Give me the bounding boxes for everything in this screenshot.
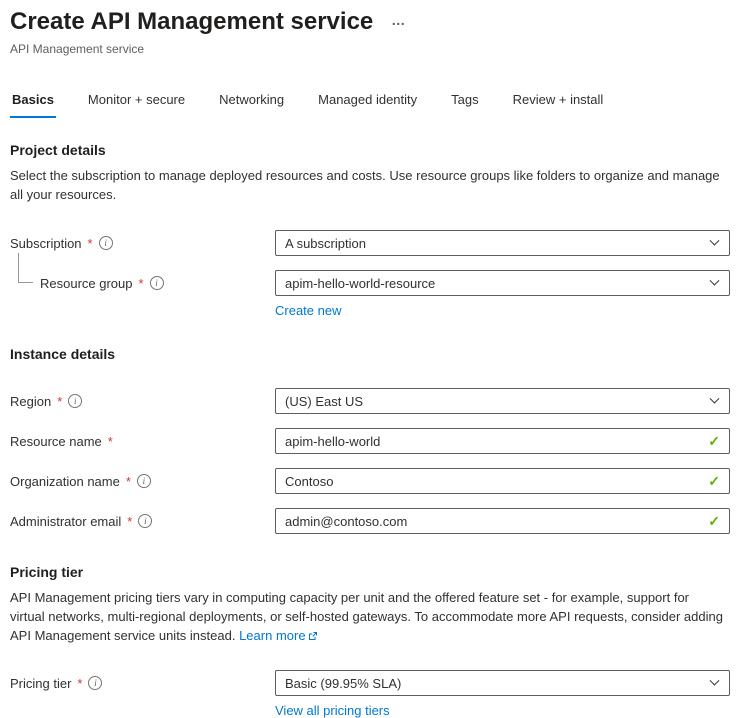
required-marker: * (139, 276, 144, 291)
page-title: Create API Management service (10, 8, 373, 37)
info-icon[interactable]: i (99, 236, 113, 250)
valid-check-icon: ✓ (708, 473, 720, 490)
organization-name-row: Organization name * i Contoso ✓ (10, 468, 730, 494)
subscription-label: Subscription (10, 236, 82, 251)
subscription-dropdown[interactable]: A subscription (275, 230, 730, 256)
resource-group-value: apim-hello-world-resource (285, 276, 435, 291)
admin-email-label: Administrator email (10, 514, 121, 529)
more-options-icon[interactable]: … (391, 12, 406, 28)
pricing-tier-label-cell: Pricing tier * i (10, 670, 275, 696)
pricing-tier-description: API Management pricing tiers vary in com… (10, 589, 726, 646)
info-icon[interactable]: i (138, 514, 152, 528)
region-row: Region * i (US) East US (10, 388, 730, 414)
tab-review-install[interactable]: Review + install (511, 88, 606, 118)
project-details-heading: Project details (10, 142, 730, 158)
project-details-description: Select the subscription to manage deploy… (10, 167, 726, 205)
region-label-cell: Region * i (10, 388, 275, 414)
tab-basics[interactable]: Basics (10, 88, 56, 118)
pricing-tier-heading: Pricing tier (10, 564, 730, 580)
tab-bar: Basics Monitor + secure Networking Manag… (10, 88, 730, 118)
info-icon[interactable]: i (150, 276, 164, 290)
chevron-down-icon (710, 276, 720, 286)
pricing-tier-value: Basic (99.95% SLA) (285, 676, 401, 691)
resource-name-input[interactable]: apim-hello-world ✓ (275, 428, 730, 454)
project-details-form: Subscription * i A subscription Resource… (10, 230, 730, 318)
chevron-down-icon (710, 394, 720, 404)
valid-check-icon: ✓ (708, 513, 720, 530)
instance-details-form: Region * i (US) East US Resource name * … (10, 388, 730, 534)
required-marker: * (88, 236, 93, 251)
create-apim-page: Create API Management service … API Mana… (0, 0, 740, 718)
admin-email-value: admin@contoso.com (285, 514, 407, 529)
admin-email-input[interactable]: admin@contoso.com ✓ (275, 508, 730, 534)
info-icon[interactable]: i (88, 676, 102, 690)
resource-group-dropdown[interactable]: apim-hello-world-resource (275, 270, 730, 296)
required-marker: * (108, 434, 113, 449)
organization-name-label-cell: Organization name * i (10, 468, 275, 494)
required-marker: * (127, 514, 132, 529)
resource-name-row: Resource name * apim-hello-world ✓ (10, 428, 730, 454)
page-header: Create API Management service … (10, 8, 730, 37)
pricing-tier-form: Pricing tier * i Basic (99.95% SLA) View… (10, 670, 730, 718)
organization-name-value: Contoso (285, 474, 333, 489)
subscription-row: Subscription * i A subscription (10, 230, 730, 256)
resource-group-label: Resource group (40, 276, 133, 291)
pricing-tier-label: Pricing tier (10, 676, 71, 691)
tab-networking[interactable]: Networking (217, 88, 286, 118)
resource-name-value: apim-hello-world (285, 434, 380, 449)
create-new-link[interactable]: Create new (275, 303, 341, 318)
info-icon[interactable]: i (68, 394, 82, 408)
admin-email-label-cell: Administrator email * i (10, 508, 275, 534)
external-link-icon (308, 631, 318, 641)
view-all-pricing-tiers-link[interactable]: View all pricing tiers (275, 703, 390, 718)
resource-group-label-cell: Resource group * i (10, 270, 275, 296)
tab-managed-identity[interactable]: Managed identity (316, 88, 419, 118)
chevron-down-icon (710, 236, 720, 246)
tree-connector-line (18, 253, 33, 283)
subscription-value: A subscription (285, 236, 366, 251)
required-marker: * (57, 394, 62, 409)
organization-name-input[interactable]: Contoso ✓ (275, 468, 730, 494)
required-marker: * (77, 676, 82, 691)
tab-tags[interactable]: Tags (449, 88, 480, 118)
subscription-label-cell: Subscription * i (10, 230, 275, 256)
resource-name-label-cell: Resource name * (10, 428, 275, 454)
instance-details-heading: Instance details (10, 346, 730, 362)
tab-monitor-secure[interactable]: Monitor + secure (86, 88, 187, 118)
organization-name-label: Organization name (10, 474, 120, 489)
region-dropdown[interactable]: (US) East US (275, 388, 730, 414)
region-label: Region (10, 394, 51, 409)
valid-check-icon: ✓ (708, 433, 720, 450)
resource-name-label: Resource name (10, 434, 102, 449)
admin-email-row: Administrator email * i admin@contoso.co… (10, 508, 730, 534)
pricing-tier-dropdown[interactable]: Basic (99.95% SLA) (275, 670, 730, 696)
pricing-tier-row: Pricing tier * i Basic (99.95% SLA) View… (10, 670, 730, 718)
info-icon[interactable]: i (137, 474, 151, 488)
page-subtitle: API Management service (10, 42, 730, 56)
region-value: (US) East US (285, 394, 363, 409)
required-marker: * (126, 474, 131, 489)
chevron-down-icon (710, 675, 720, 685)
learn-more-label: Learn more (239, 628, 305, 643)
learn-more-link[interactable]: Learn more (239, 628, 317, 643)
pricing-description-text: API Management pricing tiers vary in com… (10, 590, 723, 643)
resource-group-row: Resource group * i apim-hello-world-reso… (10, 270, 730, 318)
